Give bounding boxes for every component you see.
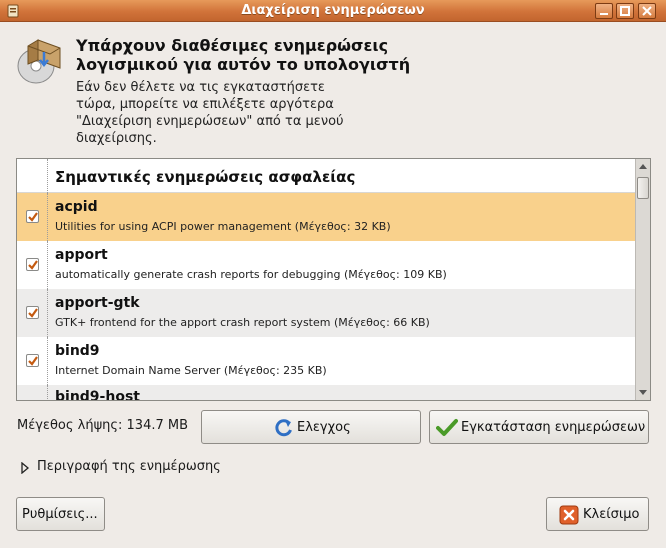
window-title: Διαχείριση ενημερώσεων bbox=[241, 3, 425, 18]
package-description: Utilities for using ACPI power managemen… bbox=[55, 220, 391, 233]
maximize-button[interactable] bbox=[616, 3, 634, 19]
close-icon bbox=[642, 6, 652, 16]
list-item[interactable]: apport automatically generate crash repo… bbox=[17, 241, 635, 289]
title-bar[interactable]: Διαχείριση ενημερώσεων bbox=[0, 0, 666, 22]
updates-list[interactable]: Σημαντικές ενημερώσεις ασφαλείας acpid U… bbox=[16, 158, 651, 401]
description-text: Εάν δεν θέλετε να τις εγκαταστήσετε τώρα… bbox=[76, 79, 376, 147]
update-checkbox[interactable] bbox=[26, 306, 39, 319]
group-header: Σημαντικές ενημερώσεις ασφαλείας bbox=[17, 159, 635, 193]
expander-arrow-icon bbox=[21, 462, 30, 474]
group-title: Σημαντικές ενημερώσεις ασφαλείας bbox=[55, 168, 356, 186]
update-checkbox[interactable] bbox=[26, 354, 39, 367]
list-item[interactable]: bind9-host bbox=[17, 385, 635, 401]
list-item[interactable]: acpid Utilities for using ACPI power man… bbox=[17, 193, 635, 241]
heading-line: Υπάρχουν διαθέσιμες ενημερώσεις bbox=[76, 36, 389, 55]
update-checkbox[interactable] bbox=[26, 258, 39, 271]
expander-label: Περιγραφή της ενημέρωσης bbox=[37, 459, 221, 474]
checkmark-icon bbox=[28, 260, 38, 270]
minimize-button[interactable] bbox=[595, 3, 613, 19]
close-icon bbox=[559, 505, 579, 525]
package-name: bind9-host bbox=[55, 389, 140, 401]
vertical-scrollbar[interactable] bbox=[635, 159, 650, 400]
software-update-icon bbox=[17, 39, 61, 84]
scroll-down-icon[interactable] bbox=[636, 384, 650, 400]
check-label: Ελεγχος bbox=[297, 420, 351, 435]
description-line: διαχείρισης. bbox=[76, 131, 157, 146]
package-description: Internet Domain Name Server (Μέγεθος: 23… bbox=[55, 364, 327, 377]
checkmark-icon bbox=[28, 356, 38, 366]
maximize-icon bbox=[620, 6, 630, 16]
list-item[interactable]: apport-gtk GTK+ frontend for the apport … bbox=[17, 289, 635, 337]
minimize-icon bbox=[600, 13, 608, 15]
download-size: Μέγεθος λήψης: 134.7 MB bbox=[17, 418, 189, 433]
package-name: apport bbox=[55, 247, 108, 263]
page-heading: Υπάρχουν διαθέσιμες ενημερώσεις λογισμικ… bbox=[76, 36, 456, 74]
description-line: "Διαχείριση ενημερώσεων" από τα μενού bbox=[76, 114, 344, 129]
list-item[interactable]: bind9 Internet Domain Name Server (Μέγεθ… bbox=[17, 337, 635, 385]
package-description: GTK+ frontend for the apport crash repor… bbox=[55, 316, 430, 329]
refresh-icon bbox=[275, 419, 292, 437]
checkmark-icon bbox=[28, 308, 38, 318]
install-label: Εγκατάσταση ενημερώσεων bbox=[461, 420, 646, 435]
description-line: Εάν δεν θέλετε να τις εγκαταστήσετε bbox=[76, 80, 325, 95]
install-updates-button[interactable]: Εγκατάσταση ενημερώσεων bbox=[429, 410, 649, 444]
close-label: Κλείσιμο bbox=[583, 507, 640, 522]
update-checkbox[interactable] bbox=[26, 210, 39, 223]
package-name: acpid bbox=[55, 199, 98, 215]
package-name: apport-gtk bbox=[55, 295, 140, 311]
checkmark-icon bbox=[436, 419, 458, 436]
close-window-button[interactable] bbox=[638, 3, 656, 19]
settings-label: Ρυθμίσεις... bbox=[22, 507, 98, 522]
scrollbar-thumb[interactable] bbox=[637, 177, 649, 199]
close-button[interactable]: Κλείσιμο bbox=[546, 497, 649, 531]
package-description: automatically generate crash reports for… bbox=[55, 268, 447, 281]
package-name: bind9 bbox=[55, 343, 100, 359]
check-button[interactable]: Ελεγχος bbox=[201, 410, 421, 444]
scroll-up-icon[interactable] bbox=[636, 159, 650, 175]
settings-button[interactable]: Ρυθμίσεις... bbox=[16, 497, 105, 531]
description-line: τώρα, μπορείτε να επιλέξετε αργότερα bbox=[76, 97, 334, 112]
heading-line: λογισμικού για αυτόν το υπολογιστή bbox=[76, 55, 411, 74]
checkmark-icon bbox=[28, 212, 38, 222]
